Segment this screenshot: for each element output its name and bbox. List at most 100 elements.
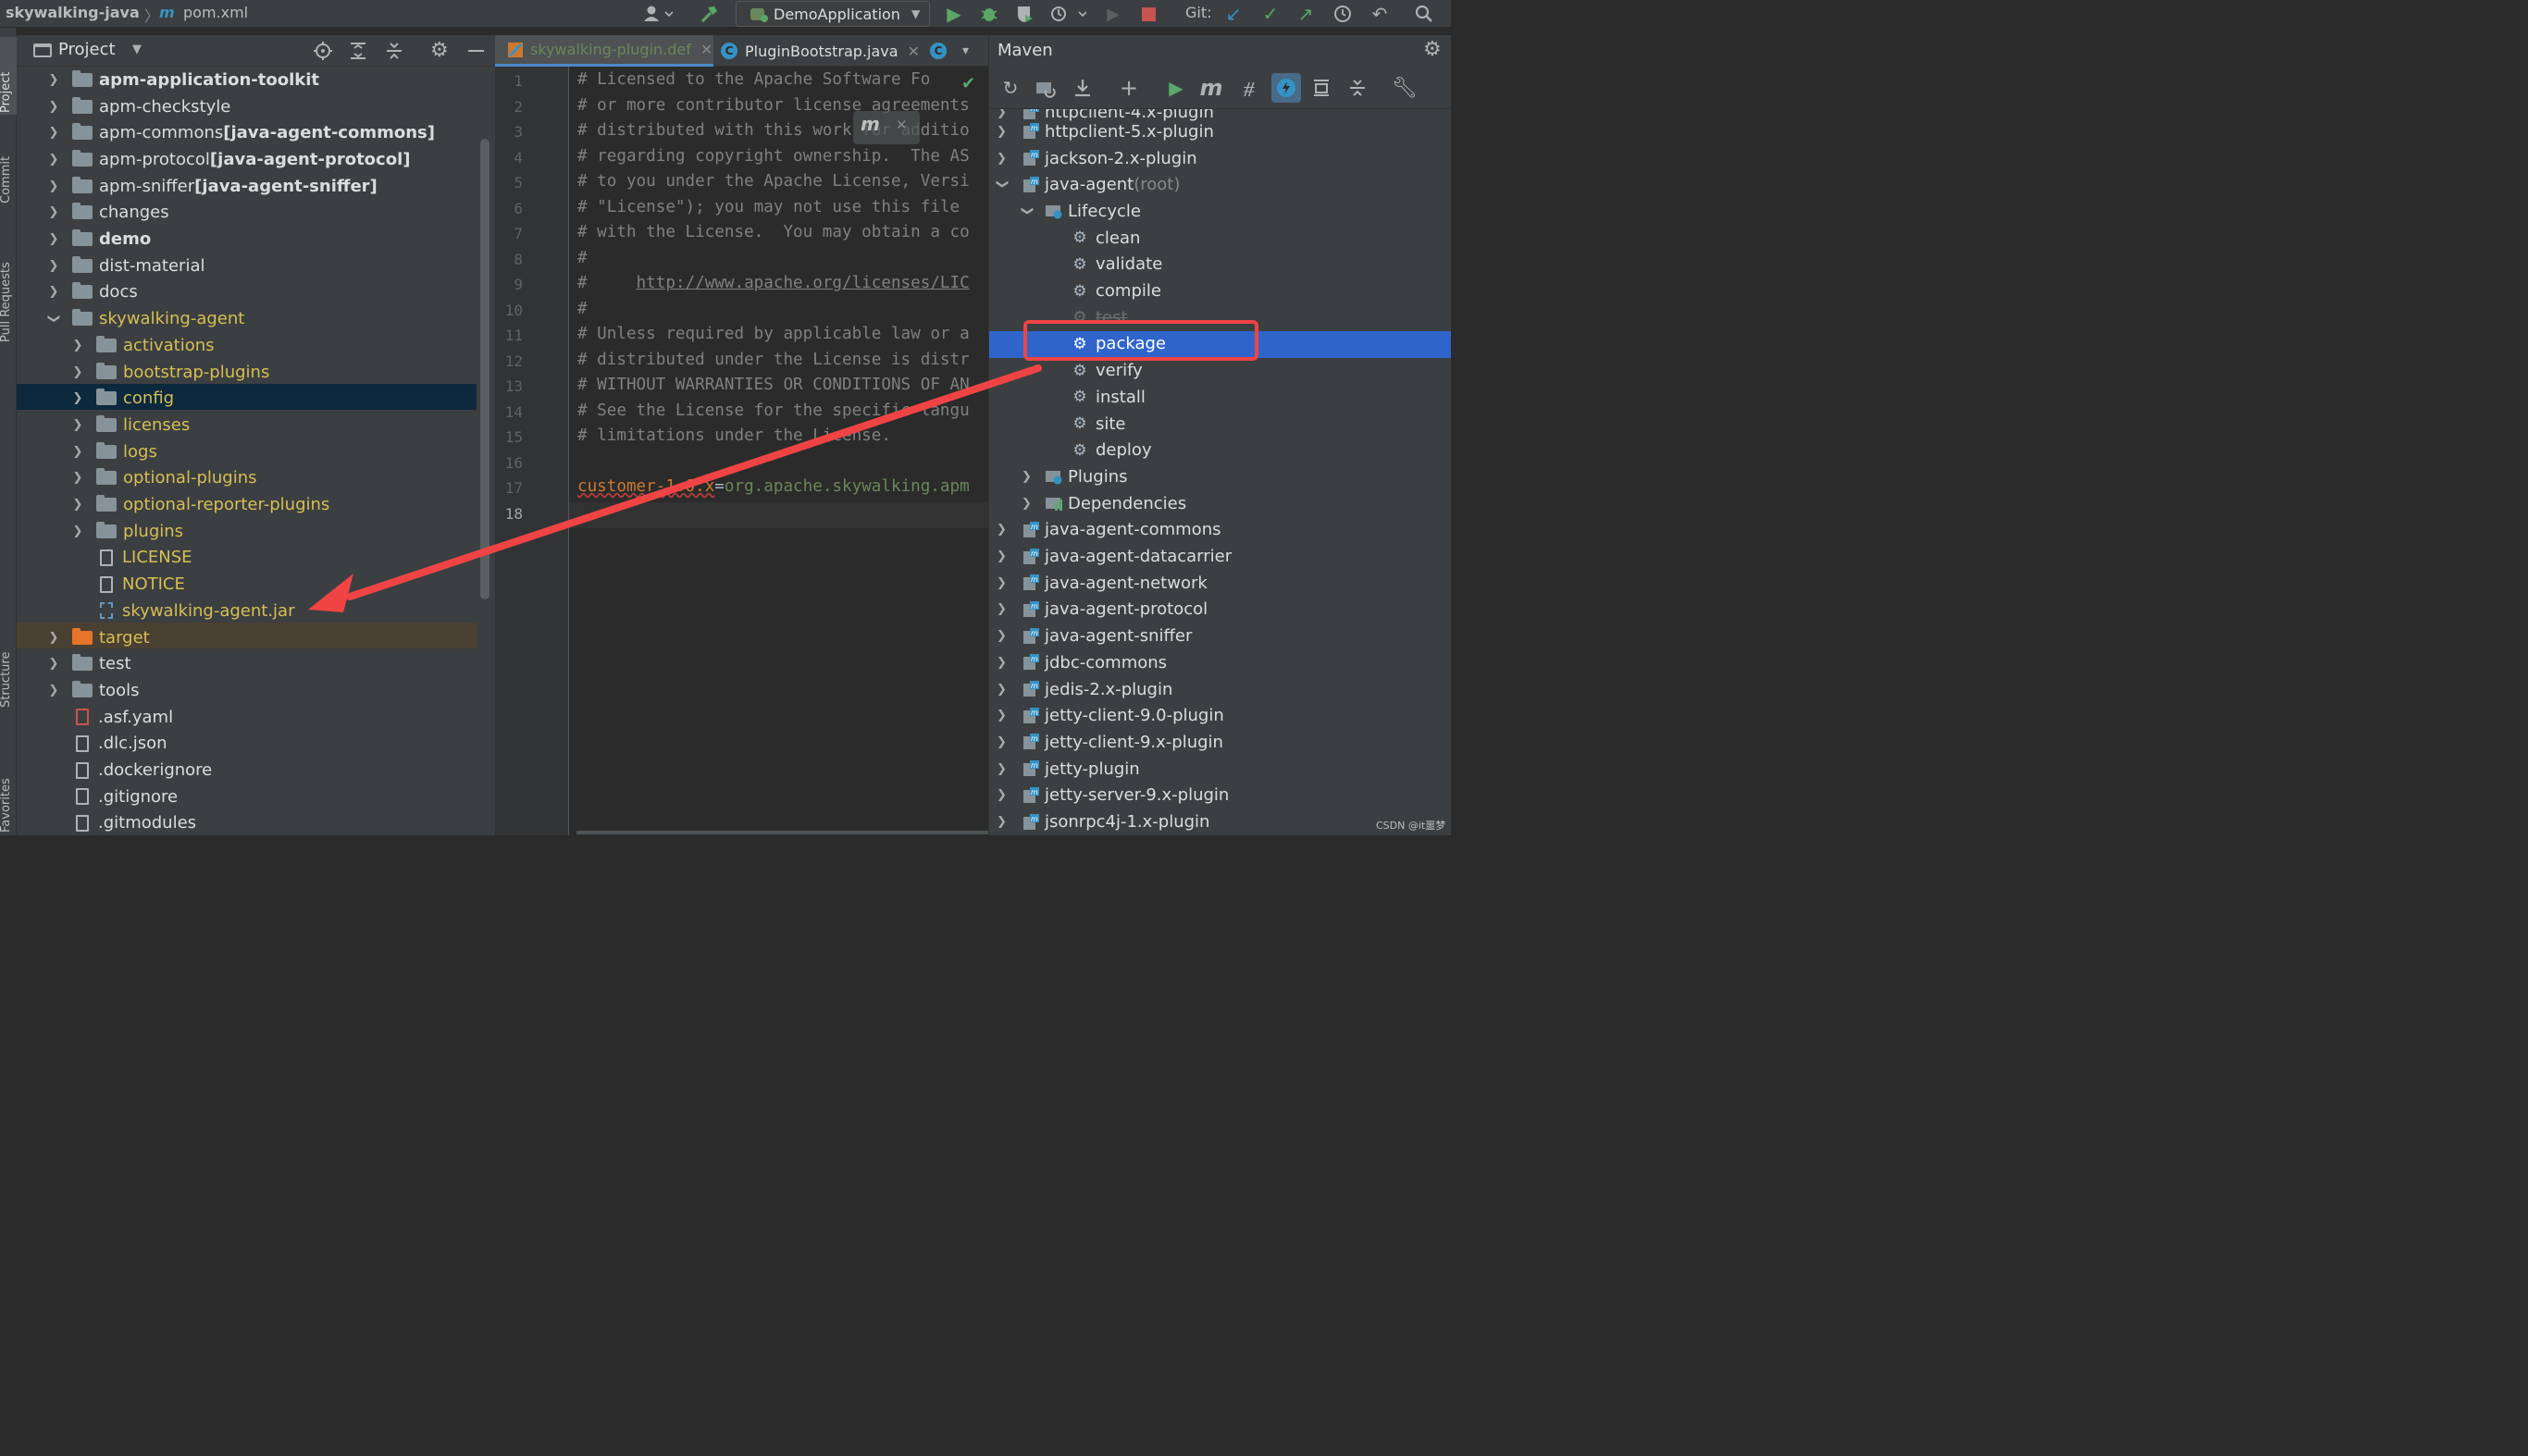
tab-plugin-bootstrap-java[interactable]: C PluginBootstrap.java ✕ bbox=[721, 35, 920, 67]
wrench-icon[interactable]: 🔧︎ bbox=[1392, 76, 1418, 100]
tab-overflow-class[interactable]: C bbox=[930, 35, 947, 67]
chevron-right-icon[interactable]: ❯ bbox=[72, 471, 83, 485]
profiler-dropdown-icon[interactable] bbox=[1047, 4, 1088, 24]
tree-item-apm-application-toolkit[interactable]: ❯ apm-application-toolkit bbox=[17, 67, 495, 93]
collapse-all-icon[interactable] bbox=[1345, 76, 1369, 100]
tree-item-skywalking-agent-jar[interactable]: skywalking-agent.jar bbox=[17, 598, 495, 624]
coverage-icon[interactable] bbox=[1014, 4, 1035, 24]
chevron-right-icon[interactable]: ❯ bbox=[48, 126, 59, 140]
reload-icon[interactable]: ↻ bbox=[998, 76, 1022, 100]
tree-item-apm-protocol[interactable]: ❯ apm-protocol [java-agent-protocol] bbox=[17, 146, 495, 173]
chevron-right-icon[interactable]: ❯ bbox=[997, 629, 1008, 643]
code-line-link[interactable]: # http://www.apache.org/licenses/LIC bbox=[577, 274, 970, 292]
lifecycle-test[interactable]: ⚙ test bbox=[989, 304, 1451, 331]
tree-item-asf-yaml[interactable]: .asf.yaml bbox=[17, 704, 495, 731]
chevron-right-icon[interactable]: ❯ bbox=[48, 153, 59, 167]
chevron-down-icon[interactable]: ❯ bbox=[47, 314, 61, 325]
chevron-right-icon[interactable]: ❯ bbox=[72, 418, 83, 432]
close-icon[interactable]: ✕ bbox=[700, 41, 713, 58]
chevron-right-icon[interactable]: ❯ bbox=[997, 656, 1008, 670]
maven-item-jetty-client-9x[interactable]: ❯ m jetty-client-9.x-plugin bbox=[989, 729, 1451, 756]
tree-item-notice-file[interactable]: NOTICE bbox=[17, 571, 495, 598]
gear-icon[interactable]: ⚙ bbox=[1423, 38, 1442, 61]
expand-all-icon[interactable] bbox=[348, 41, 368, 65]
tree-item-activations[interactable]: ❯ activations bbox=[17, 332, 495, 359]
chevron-right-icon[interactable]: ❯ bbox=[72, 498, 83, 512]
tree-item-license-file[interactable]: LICENSE bbox=[17, 545, 495, 572]
user-dropdown-icon[interactable] bbox=[638, 4, 675, 24]
tool-pull-requests[interactable]: Pull Requests bbox=[0, 262, 13, 342]
code-editor[interactable]: # Licensed to the Apache Software Fo # o… bbox=[569, 67, 988, 835]
chevron-right-icon[interactable]: ❯ bbox=[48, 684, 59, 697]
maven-reload-icon[interactable]: m bbox=[861, 113, 880, 135]
gear-icon[interactable]: ⚙ bbox=[430, 39, 449, 62]
tree-item-plugins[interactable]: ❯ plugins bbox=[17, 518, 495, 545]
chevron-right-icon[interactable]: ❯ bbox=[997, 815, 1008, 829]
tree-item-changes[interactable]: ❯ changes bbox=[17, 200, 495, 227]
chevron-right-icon[interactable]: ❯ bbox=[997, 152, 1008, 166]
chevron-down-icon[interactable]: ❯ bbox=[996, 179, 1010, 191]
chevron-right-icon[interactable]: ❯ bbox=[48, 232, 59, 246]
chevron-right-icon[interactable]: ❯ bbox=[72, 339, 83, 352]
lifecycle-validate[interactable]: ⚙ validate bbox=[989, 252, 1451, 278]
lifecycle-deploy[interactable]: ⚙ deploy bbox=[989, 437, 1451, 463]
tabs-dropdown-chevron-icon[interactable]: ▾ bbox=[962, 35, 969, 67]
git-push-icon[interactable]: ↗ bbox=[1295, 3, 1316, 25]
chevron-right-icon[interactable]: ❯ bbox=[997, 549, 1008, 563]
chevron-right-icon[interactable]: ❯ bbox=[997, 788, 1008, 802]
lifecycle-site[interactable]: ⚙ site bbox=[989, 411, 1451, 438]
chevron-right-icon[interactable]: ❯ bbox=[48, 657, 59, 671]
minimize-icon[interactable] bbox=[468, 50, 484, 52]
maven-item-lifecycle[interactable]: ❯ Lifecycle bbox=[989, 198, 1451, 225]
chevron-right-icon[interactable]: ❯ bbox=[997, 576, 1008, 590]
chevron-right-icon[interactable]: ❯ bbox=[48, 285, 59, 299]
maven-item-java-agent-root[interactable]: ❯ m java-agent (root) bbox=[989, 171, 1451, 198]
tree-item-licenses[interactable]: ❯ licenses bbox=[17, 412, 495, 438]
lifecycle-verify[interactable]: ⚙ verify bbox=[989, 357, 1451, 384]
maven-item-java-agent-commons[interactable]: ❯ m java-agent-commons bbox=[989, 517, 1451, 544]
chevron-right-icon[interactable]: ❯ bbox=[48, 100, 59, 114]
chevron-down-icon[interactable]: ❯ bbox=[1021, 205, 1035, 216]
license-url-link[interactable]: http://www.apache.org/licenses/LIC bbox=[637, 274, 970, 292]
tool-structure[interactable]: Structure bbox=[0, 652, 13, 708]
maven-item-jdbc-commons[interactable]: ❯ m jdbc-commons bbox=[989, 649, 1451, 676]
history-icon[interactable] bbox=[1332, 4, 1353, 24]
chevron-right-icon[interactable]: ❯ bbox=[997, 523, 1008, 537]
tree-item-bootstrap-plugins[interactable]: ❯ bootstrap-plugins bbox=[17, 359, 495, 386]
maven-item-jetty-server-9x[interactable]: ❯ m jetty-server-9.x-plugin bbox=[989, 783, 1451, 809]
maven-item-jedis-2x[interactable]: ❯ m jedis-2.x-plugin bbox=[989, 676, 1451, 703]
tree-item-docs[interactable]: ❯ docs bbox=[17, 279, 495, 306]
generate-sources-icon[interactable] bbox=[1034, 76, 1058, 100]
chevron-right-icon[interactable]: ❯ bbox=[997, 683, 1008, 697]
chevron-right-icon[interactable]: ❯ bbox=[997, 125, 1008, 139]
chevron-right-icon[interactable]: ❯ bbox=[72, 391, 83, 405]
tab-skywalking-plugin-def[interactable]: skywalking-plugin.def ✕ bbox=[495, 35, 713, 67]
chevron-right-icon[interactable]: ❯ bbox=[1022, 497, 1033, 511]
tool-favorites[interactable]: Favorites bbox=[0, 778, 13, 833]
maven-item-dependencies[interactable]: ❯ Dependencies bbox=[989, 490, 1451, 517]
lifecycle-clean[interactable]: ⚙ clean bbox=[989, 225, 1451, 252]
debug-bug-icon[interactable] bbox=[979, 4, 999, 24]
skip-tests-toggle[interactable] bbox=[1271, 73, 1301, 103]
tree-item-gitmodules[interactable]: .gitmodules bbox=[17, 810, 495, 835]
tree-item-apm-commons[interactable]: ❯ apm-commons [java-agent-commons] bbox=[17, 119, 495, 146]
chevron-right-icon[interactable]: ❯ bbox=[48, 259, 59, 273]
chevron-right-icon[interactable]: ❯ bbox=[72, 524, 83, 538]
lifecycle-compile[interactable]: ⚙ compile bbox=[989, 278, 1451, 304]
show-dependencies-icon[interactable] bbox=[1309, 76, 1333, 100]
chevron-right-icon[interactable]: ❯ bbox=[997, 762, 1008, 776]
lifecycle-install[interactable]: ⚙ install bbox=[989, 384, 1451, 411]
tree-item-dlc-json[interactable]: .dlc.json bbox=[17, 731, 495, 758]
tree-item-target[interactable]: ❯ target bbox=[17, 624, 495, 651]
tree-item-optional-plugins[interactable]: ❯ optional-plugins bbox=[17, 465, 495, 492]
download-icon[interactable] bbox=[1071, 76, 1095, 100]
rollback-icon[interactable]: ↶ bbox=[1369, 3, 1390, 25]
run-icon[interactable]: ▶ bbox=[944, 3, 964, 25]
close-icon[interactable]: ✕ bbox=[908, 43, 920, 60]
project-panel-title[interactable]: Project bbox=[58, 40, 116, 59]
execute-goal-icon[interactable]: m bbox=[1199, 75, 1223, 101]
chevron-right-icon[interactable]: ❯ bbox=[72, 445, 83, 459]
tree-item-dockerignore[interactable]: .dockerignore bbox=[17, 757, 495, 784]
breadcrumb-project[interactable]: skywalking-java bbox=[6, 4, 140, 21]
add-icon[interactable]: + bbox=[1117, 75, 1141, 101]
